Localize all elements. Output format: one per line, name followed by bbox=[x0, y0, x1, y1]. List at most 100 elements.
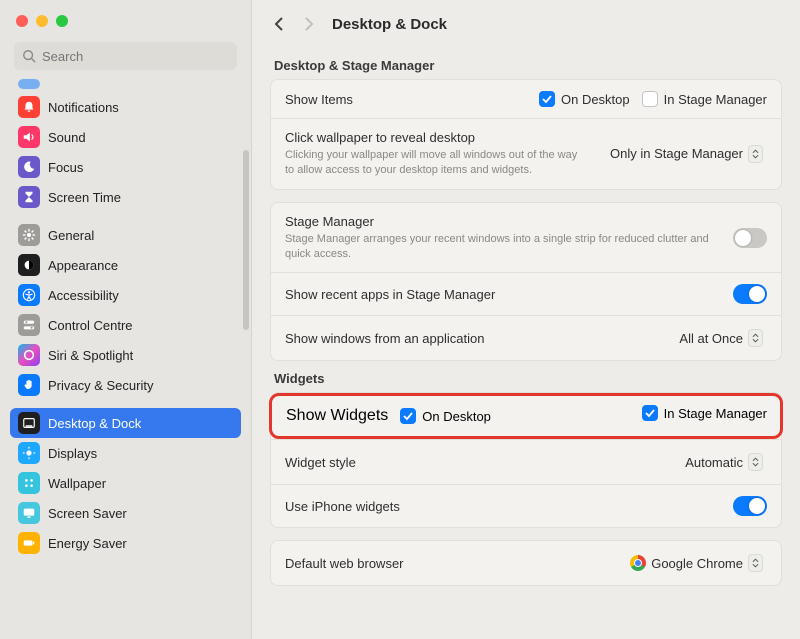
sidebar-item-wallpaper[interactable]: Wallpaper bbox=[10, 468, 241, 498]
sidebar-item-label: Control Centre bbox=[48, 318, 133, 333]
sidebar-nav: Notifications Sound Focus Screen Time Genera… bbox=[0, 78, 251, 639]
sidebar-item-label: Desktop & Dock bbox=[48, 416, 141, 431]
row-show-windows: Show windows from an application All at … bbox=[271, 315, 781, 360]
row-show-recent: Show recent apps in Stage Manager bbox=[271, 272, 781, 315]
sidebar-item-control-centre[interactable]: Control Centre bbox=[10, 310, 241, 340]
content-pane: Desktop & Dock Desktop & Stage Manager S… bbox=[251, 0, 800, 639]
sidebar-item-label: Screen Saver bbox=[48, 506, 127, 521]
sidebar-item-label: Wallpaper bbox=[48, 476, 106, 491]
settings-list: Desktop & Stage Manager Show Items On De… bbox=[252, 48, 800, 639]
search-input[interactable] bbox=[14, 42, 237, 70]
siri-icon bbox=[18, 344, 40, 366]
desc-stage-manager: Stage Manager arranges your recent windo… bbox=[285, 232, 715, 262]
desc-click-wallpaper: Clicking your wallpaper will move all wi… bbox=[285, 148, 585, 178]
sidebar: Notifications Sound Focus Screen Time Genera… bbox=[0, 0, 251, 639]
checkbox-widgets-on-desktop[interactable]: On Desktop bbox=[400, 408, 491, 424]
switch-show-recent[interactable] bbox=[733, 284, 767, 304]
sidebar-item-focus[interactable]: Focus bbox=[10, 152, 241, 182]
panel-widgets: Show Widgets On Desktop In Stage Manager… bbox=[270, 392, 782, 528]
sidebar-item-label: Notifications bbox=[48, 100, 119, 115]
row-click-wallpaper: Click wallpaper to reveal desktop Clicki… bbox=[271, 118, 781, 189]
minimize-button[interactable] bbox=[36, 15, 48, 27]
appearance-icon bbox=[18, 254, 40, 276]
sidebar-item-label: Privacy & Security bbox=[48, 378, 153, 393]
speaker-icon bbox=[18, 126, 40, 148]
popup-default-browser[interactable]: Google Chrome bbox=[626, 552, 767, 574]
zoom-button[interactable] bbox=[56, 15, 68, 27]
dock-icon bbox=[18, 412, 40, 434]
label-stage-manager: Stage Manager bbox=[285, 214, 721, 229]
switch-stage-manager[interactable] bbox=[733, 228, 767, 248]
popup-widget-style[interactable]: Automatic bbox=[681, 451, 767, 473]
sidebar-item-label: General bbox=[48, 228, 94, 243]
sidebar-item-screen-time[interactable]: Screen Time bbox=[10, 182, 241, 212]
gear-icon bbox=[18, 224, 40, 246]
displays-icon bbox=[18, 442, 40, 464]
header: Desktop & Dock bbox=[252, 0, 800, 48]
close-button[interactable] bbox=[16, 15, 28, 27]
label-iphone-widgets: Use iPhone widgets bbox=[285, 499, 721, 514]
sidebar-item-energy-saver[interactable]: Energy Saver bbox=[10, 528, 241, 558]
sidebar-item-notifications[interactable]: Notifications bbox=[10, 92, 241, 122]
chrome-icon bbox=[630, 555, 646, 571]
chevron-updown-icon bbox=[748, 329, 763, 347]
sidebar-item-screen-saver[interactable]: Screen Saver bbox=[10, 498, 241, 528]
sidebar-item-label: Focus bbox=[48, 160, 83, 175]
row-default-browser: Default web browser Google Chrome bbox=[271, 541, 781, 585]
row-widget-style: Widget style Automatic bbox=[271, 439, 781, 484]
row-show-items: Show Items On Desktop In Stage Manager bbox=[271, 80, 781, 118]
sidebar-item-privacy-security[interactable]: Privacy & Security bbox=[10, 370, 241, 400]
sidebar-item-general[interactable]: General bbox=[10, 220, 241, 250]
sidebar-item-label: Siri & Spotlight bbox=[48, 348, 133, 363]
label-show-windows: Show windows from an application bbox=[285, 331, 663, 346]
checkbox-widgets-in-stage-manager[interactable]: In Stage Manager bbox=[642, 405, 767, 421]
panel-stage-manager: Stage Manager Stage Manager arranges you… bbox=[270, 202, 782, 362]
chevron-updown-icon bbox=[748, 453, 763, 471]
switches-icon bbox=[18, 314, 40, 336]
switch-iphone-widgets[interactable] bbox=[733, 496, 767, 516]
sidebar-item-label: Energy Saver bbox=[48, 536, 127, 551]
checkbox-in-stage-manager[interactable]: In Stage Manager bbox=[642, 91, 767, 107]
sidebar-item-sound[interactable]: Sound bbox=[10, 122, 241, 152]
forward-button[interactable] bbox=[303, 16, 314, 32]
sidebar-item-displays[interactable]: Displays bbox=[10, 438, 241, 468]
wallpaper-icon bbox=[18, 472, 40, 494]
hand-icon bbox=[18, 374, 40, 396]
back-button[interactable] bbox=[274, 16, 285, 32]
bell-icon bbox=[18, 96, 40, 118]
sidebar-item-partial[interactable] bbox=[10, 78, 241, 90]
label-show-items: Show Items bbox=[285, 92, 527, 107]
popup-click-wallpaper[interactable]: Only in Stage Manager bbox=[606, 143, 767, 165]
sidebar-item-accessibility[interactable]: Accessibility bbox=[10, 280, 241, 310]
chevron-updown-icon bbox=[748, 145, 763, 163]
search-icon bbox=[22, 49, 36, 63]
screensaver-icon bbox=[18, 502, 40, 524]
sidebar-item-label: Accessibility bbox=[48, 288, 119, 303]
row-iphone-widgets: Use iPhone widgets bbox=[271, 484, 781, 527]
row-stage-manager: Stage Manager Stage Manager arranges you… bbox=[271, 203, 781, 273]
scrollbar[interactable] bbox=[243, 150, 249, 330]
sidebar-item-siri-spotlight[interactable]: Siri & Spotlight bbox=[10, 340, 241, 370]
page-title: Desktop & Dock bbox=[332, 16, 447, 33]
label-default-browser: Default web browser bbox=[285, 556, 614, 571]
section-title-desktop-stage: Desktop & Stage Manager bbox=[274, 58, 778, 73]
checkbox-on-desktop[interactable]: On Desktop bbox=[539, 91, 630, 107]
panel-browser: Default web browser Google Chrome bbox=[270, 540, 782, 586]
sidebar-item-label: Sound bbox=[48, 130, 86, 145]
window-controls bbox=[0, 0, 251, 42]
label-show-recent: Show recent apps in Stage Manager bbox=[285, 287, 721, 302]
hourglass-icon bbox=[18, 186, 40, 208]
section-title-widgets: Widgets bbox=[274, 371, 778, 386]
sidebar-item-appearance[interactable]: Appearance bbox=[10, 250, 241, 280]
panel-desktop-stage: Show Items On Desktop In Stage Manager C… bbox=[270, 79, 782, 190]
sidebar-item-label: Screen Time bbox=[48, 190, 121, 205]
sidebar-item-label: Displays bbox=[48, 446, 97, 461]
sidebar-item-desktop-dock[interactable]: Desktop & Dock bbox=[10, 408, 241, 438]
moon-icon bbox=[18, 156, 40, 178]
sidebar-item-label: Appearance bbox=[48, 258, 118, 273]
label-click-wallpaper: Click wallpaper to reveal desktop bbox=[285, 130, 594, 145]
battery-icon bbox=[18, 532, 40, 554]
label-widget-style: Widget style bbox=[285, 455, 669, 470]
popup-show-windows[interactable]: All at Once bbox=[675, 327, 767, 349]
label-show-widgets: Show Widgets bbox=[286, 407, 388, 425]
